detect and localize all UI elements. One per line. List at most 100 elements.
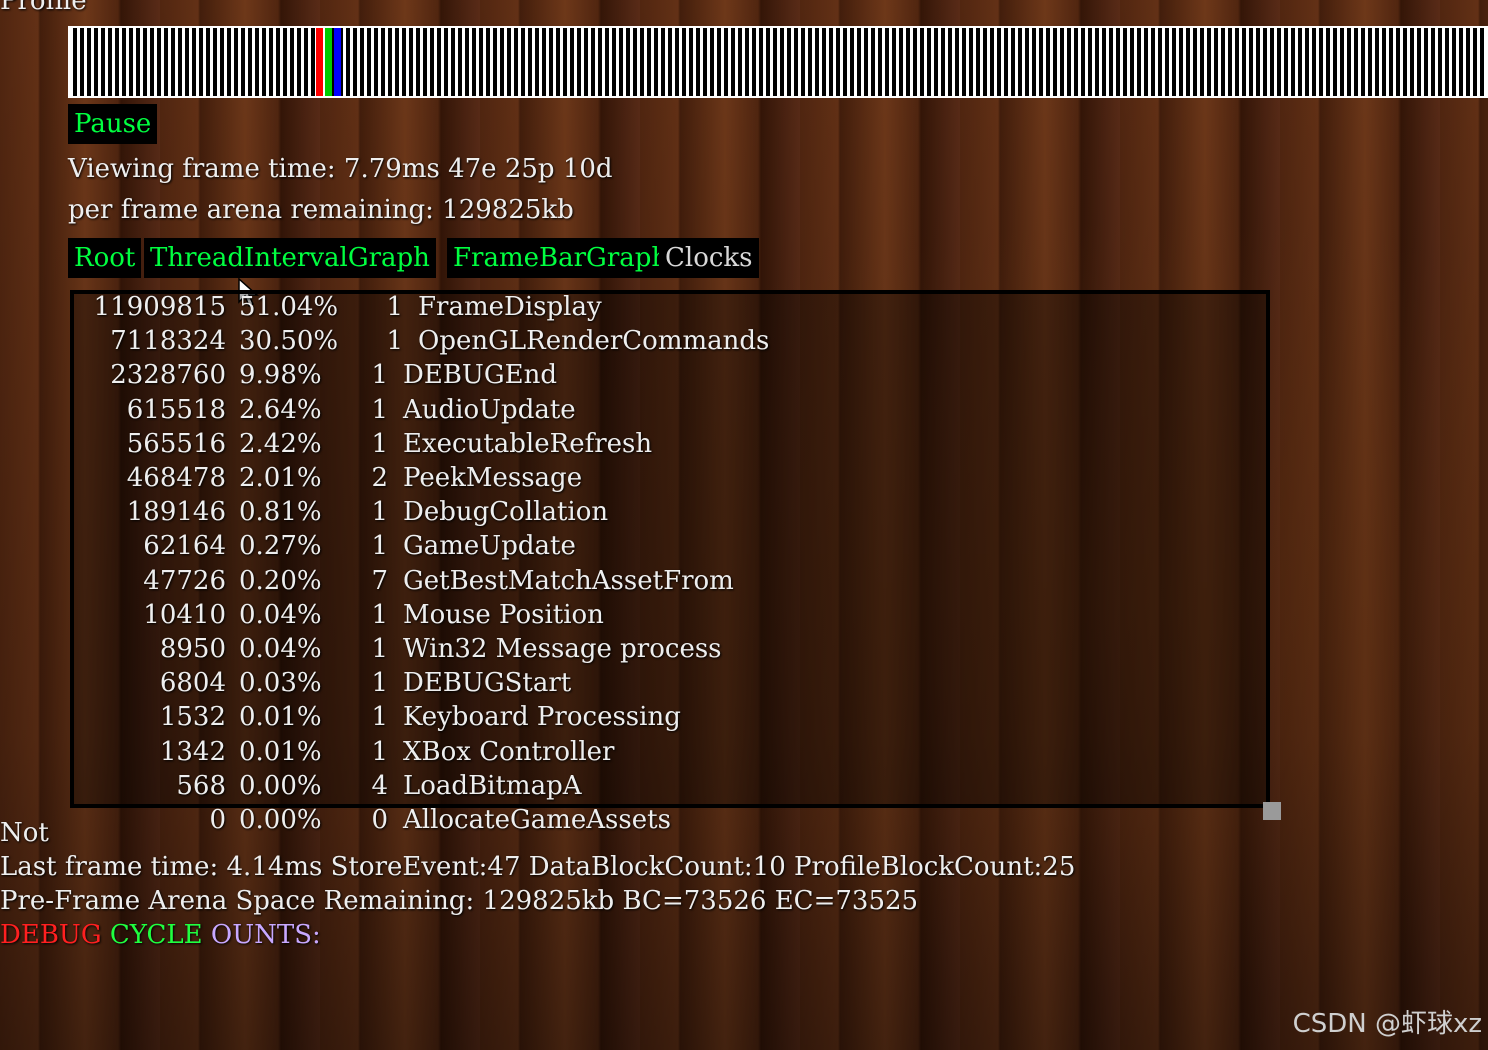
block-name: Win32 Message process bbox=[403, 634, 722, 664]
percent-value: 2.42% bbox=[239, 428, 322, 459]
hit-count: 1 bbox=[371, 736, 388, 767]
clock-row[interactable]: 6804 0.03% 1 DEBUGStart bbox=[0, 668, 1488, 702]
percent-value: 51.04% bbox=[239, 292, 339, 322]
hit-count: 1 bbox=[371, 360, 388, 391]
clock-row[interactable]: 2328760 9.98% 1 DEBUGEnd bbox=[0, 360, 1488, 394]
hit-count: 2 bbox=[371, 463, 388, 493]
percent-value: 0.01% bbox=[239, 736, 322, 767]
block-name: GetBestMatchAssetFrom bbox=[403, 565, 734, 596]
panel-resize-handle[interactable] bbox=[1263, 802, 1281, 820]
block-name: Mouse Position bbox=[403, 599, 604, 630]
cycles-value: 10410 bbox=[143, 599, 226, 630]
viewing-frame-time: Viewing frame time: 7.79ms 47e 25p 10d bbox=[68, 154, 613, 184]
cycle-word: CYCLE bbox=[109, 920, 203, 950]
block-name: PeekMessage bbox=[403, 463, 583, 493]
timeline-marker[interactable] bbox=[334, 28, 341, 96]
hit-count: 7 bbox=[371, 565, 388, 596]
block-name: XBox Controller bbox=[403, 736, 615, 767]
clock-row[interactable]: 8950 0.04% 1 Win32 Message process bbox=[0, 634, 1488, 668]
block-name: DEBUGEnd bbox=[403, 360, 557, 391]
frame-timeline[interactable] bbox=[68, 26, 1488, 98]
clock-row[interactable]: 565516 2.42% 1 ExecutableRefresh bbox=[0, 429, 1488, 463]
percent-value: 0.01% bbox=[239, 702, 322, 733]
cycles-value: 6804 bbox=[159, 668, 226, 699]
clock-row[interactable]: 568 0.00% 4 LoadBitmapA bbox=[0, 771, 1488, 805]
hit-count: 1 bbox=[371, 394, 388, 425]
cycles-value: 468478 bbox=[126, 463, 226, 493]
percent-value: 0.00% bbox=[239, 770, 322, 801]
watermark: CSDN @虾球xz bbox=[1292, 1009, 1482, 1039]
cycles-value: 62164 bbox=[143, 531, 226, 562]
clock-row[interactable]: 7118324 30.50% 1 OpenGLRenderCommands bbox=[0, 326, 1488, 360]
percent-value: 0.27% bbox=[239, 531, 322, 562]
hit-count: 1 bbox=[371, 702, 388, 733]
cycles-value: 7118324 bbox=[110, 326, 226, 357]
tab-root[interactable]: Root bbox=[68, 238, 142, 278]
percent-value: 2.01% bbox=[239, 463, 322, 493]
cycles-value: 565516 bbox=[126, 428, 226, 459]
percent-value: 0.00% bbox=[239, 805, 322, 835]
clock-row[interactable]: 189146 0.81% 1 DebugCollation bbox=[0, 497, 1488, 531]
cycles-value: 8950 bbox=[159, 634, 226, 664]
pause-button[interactable]: Pause bbox=[68, 104, 158, 144]
hit-count: 1 bbox=[386, 326, 403, 357]
clock-row[interactable]: 62164 0.27% 1 GameUpdate bbox=[0, 531, 1488, 565]
hit-count: 1 bbox=[371, 668, 388, 699]
hit-count: 1 bbox=[371, 599, 388, 630]
cycles-value: 1342 bbox=[159, 736, 226, 767]
pre-frame-arena: Pre-Frame Arena Space Remaining: 129825k… bbox=[0, 886, 919, 916]
clock-row[interactable]: 615518 2.64% 1 AudioUpdate bbox=[0, 395, 1488, 429]
tab-thread-interval-graph[interactable]: ThreadIntervalGraph bbox=[144, 238, 436, 278]
clock-row[interactable]: 11909815 51.04% 1 FrameDisplay bbox=[0, 292, 1488, 326]
percent-value: 2.64% bbox=[239, 394, 322, 425]
block-name: DebugCollation bbox=[403, 497, 609, 528]
profile-title: Profile bbox=[0, 0, 87, 16]
block-name: GameUpdate bbox=[403, 531, 576, 562]
block-name: AllocateGameAssets bbox=[403, 805, 671, 835]
counts-word: OUNTS: bbox=[210, 920, 321, 950]
cycles-value: 0 bbox=[209, 805, 226, 835]
hit-count: 0 bbox=[371, 805, 388, 835]
clock-row[interactable]: 47726 0.20% 7 GetBestMatchAssetFrom bbox=[0, 566, 1488, 600]
hit-count: 1 bbox=[371, 634, 388, 664]
cycles-value: 189146 bbox=[126, 497, 226, 528]
timeline-marker[interactable] bbox=[325, 28, 332, 96]
percent-value: 0.04% bbox=[239, 599, 322, 630]
not-label: Not bbox=[0, 818, 49, 848]
percent-value: 0.20% bbox=[239, 565, 322, 596]
tab-clocks[interactable]: Clocks bbox=[659, 238, 759, 278]
debug-word: DEBUG bbox=[0, 920, 102, 950]
cycles-value: 615518 bbox=[126, 394, 226, 425]
cycles-value: 47726 bbox=[143, 565, 226, 596]
hit-count: 1 bbox=[386, 292, 403, 322]
timeline-marker[interactable] bbox=[316, 28, 323, 96]
percent-value: 0.04% bbox=[239, 634, 322, 664]
block-name: Keyboard Processing bbox=[403, 702, 681, 733]
percent-value: 0.81% bbox=[239, 497, 322, 528]
hit-count: 1 bbox=[371, 531, 388, 562]
hit-count: 1 bbox=[371, 428, 388, 459]
cycles-value: 11909815 bbox=[93, 292, 226, 322]
block-name: OpenGLRenderCommands bbox=[418, 326, 770, 357]
tab-frame-bar-graph[interactable]: FrameBarGraph bbox=[447, 238, 675, 278]
percent-value: 9.98% bbox=[239, 360, 322, 391]
last-frame-time: Last frame time: 4.14ms StoreEvent:47 Da… bbox=[0, 852, 1076, 882]
hit-count: 4 bbox=[371, 770, 388, 801]
arena-remaining: per frame arena remaining: 129825kb bbox=[68, 195, 574, 225]
clock-row[interactable]: 1342 0.01% 1 XBox Controller bbox=[0, 737, 1488, 771]
clock-row[interactable]: 468478 2.01% 2 PeekMessage bbox=[0, 463, 1488, 497]
cycles-value: 1532 bbox=[159, 702, 226, 733]
hit-count: 1 bbox=[371, 497, 388, 528]
block-name: ExecutableRefresh bbox=[403, 428, 653, 459]
block-name: FrameDisplay bbox=[418, 292, 602, 322]
clock-row[interactable]: 1532 0.01% 1 Keyboard Processing bbox=[0, 702, 1488, 736]
block-name: DEBUGStart bbox=[403, 668, 572, 699]
cycles-value: 2328760 bbox=[110, 360, 226, 391]
block-name: AudioUpdate bbox=[403, 394, 576, 425]
percent-value: 0.03% bbox=[239, 668, 322, 699]
percent-value: 30.50% bbox=[239, 326, 339, 357]
cycles-value: 568 bbox=[176, 770, 226, 801]
debug-cycle-counts: DEBUG CYCLE OUNTS: bbox=[0, 920, 321, 950]
block-name: LoadBitmapA bbox=[403, 770, 582, 801]
clock-row[interactable]: 10410 0.04% 1 Mouse Position bbox=[0, 600, 1488, 634]
